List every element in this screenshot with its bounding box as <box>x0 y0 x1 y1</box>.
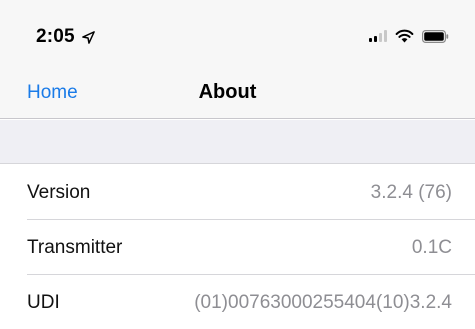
row-label: UDI <box>27 291 60 313</box>
row-label: Version <box>27 181 91 203</box>
status-time-group: 2:05 <box>36 26 96 48</box>
row-value: 0.1C <box>411 236 452 258</box>
wifi-icon <box>395 29 414 43</box>
row-value: 3.2.4 (76) <box>370 181 452 203</box>
status-bar: 2:05 <box>0 0 475 70</box>
cellular-signal-icon <box>369 30 387 42</box>
location-arrow-icon <box>81 30 95 44</box>
page-title: About <box>198 81 257 103</box>
about-info-list: Version 3.2.4 (76) Transmitter 0.1C UDI … <box>0 165 475 329</box>
row-label: Transmitter <box>27 236 123 258</box>
row-value: (01)00763000255404(10)3.2.4 <box>194 291 452 313</box>
navigation-bar: Home About <box>0 70 475 119</box>
status-icons <box>369 29 449 43</box>
status-time: 2:05 <box>36 26 75 47</box>
row-udi: UDI (01)00763000255404(10)3.2.4 <box>0 275 475 329</box>
battery-icon <box>422 29 449 43</box>
row-version: Version 3.2.4 (76) <box>0 165 475 220</box>
row-transmitter: Transmitter 0.1C <box>0 220 475 275</box>
section-header-spacer <box>0 120 475 164</box>
